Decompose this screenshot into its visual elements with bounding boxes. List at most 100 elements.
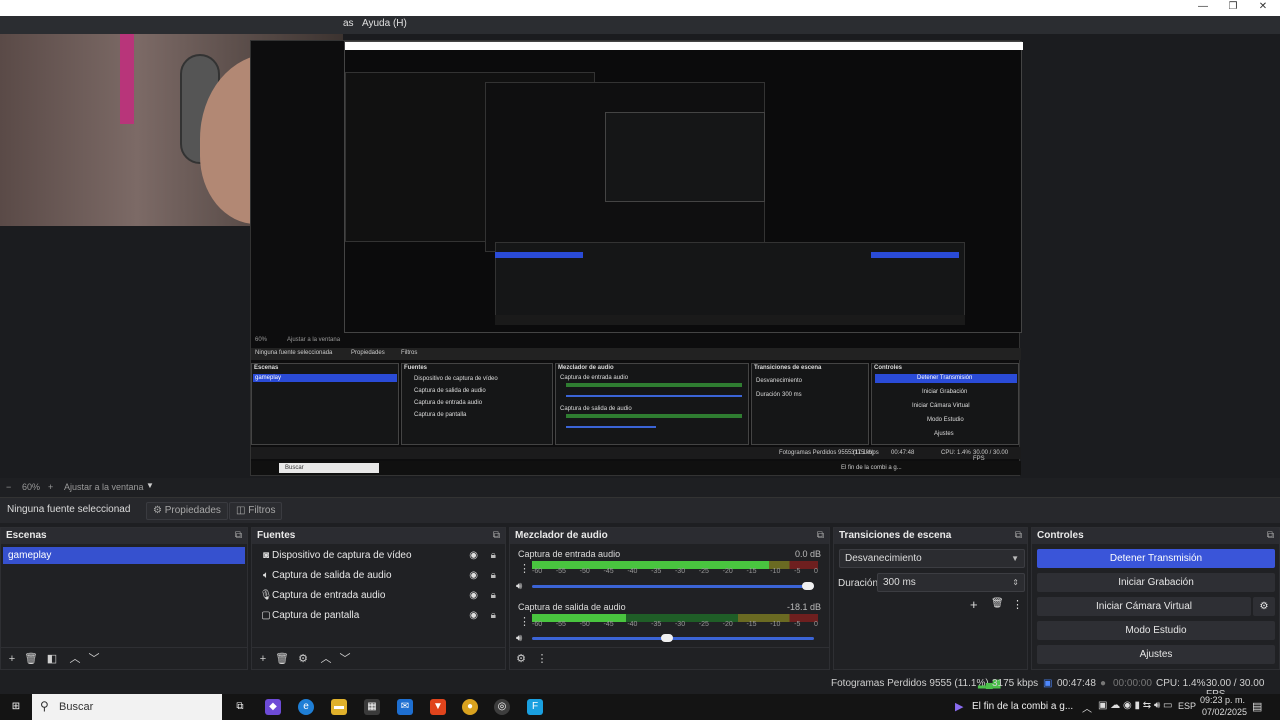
outlook-icon[interactable]: ✉ bbox=[397, 699, 413, 715]
menu-item-tools[interactable]: as bbox=[343, 18, 354, 29]
speaker-icon[interactable]: 🔊︎ bbox=[516, 581, 522, 592]
virtual-camera-settings-button[interactable]: ⚙ bbox=[1253, 597, 1275, 616]
meter-tick-label: -20 bbox=[722, 621, 733, 628]
media-title[interactable]: El fin de la combi a g... bbox=[972, 701, 1073, 712]
controls-dock-title: Controles ⧉ bbox=[1032, 528, 1279, 544]
scenes-dock: Escenas ⧉ gameplay + 🗑 ◧ ︿ ﹀ bbox=[0, 527, 248, 670]
channel-menu-icon[interactable]: ⋮ bbox=[519, 615, 530, 628]
meter-tick-label: -50 bbox=[579, 568, 590, 575]
clock-time[interactable]: 09:23 p. m. bbox=[1200, 695, 1245, 705]
duration-input[interactable]: 300 ms ⇕ bbox=[877, 573, 1025, 592]
volume-slider[interactable] bbox=[532, 582, 814, 590]
speaker-icon[interactable]: 🔊︎ bbox=[516, 633, 522, 644]
visibility-eye-icon[interactable]: ◉ bbox=[469, 567, 478, 585]
transition-menu-icon[interactable]: ⋮ bbox=[1012, 598, 1023, 611]
source-item[interactable]: ◙ Dispositivo de captura de vídeo ◉ 🔒︎ bbox=[256, 547, 502, 565]
app-icon[interactable]: F bbox=[527, 699, 543, 715]
add-source-icon[interactable]: + bbox=[255, 651, 271, 667]
nested-transitions-dock: Transiciones de escena Desvanecimiento D… bbox=[751, 363, 869, 445]
task-view-icon[interactable]: ⧉ bbox=[232, 699, 248, 715]
move-up-icon[interactable]: ︿ bbox=[318, 651, 334, 667]
minimize-button[interactable]: — bbox=[1196, 1, 1210, 14]
channel-menu-icon[interactable]: ⋮ bbox=[519, 562, 530, 575]
mixer-menu-icon[interactable]: ⋮ bbox=[534, 651, 550, 667]
copilot-icon[interactable]: ◆ bbox=[265, 699, 281, 715]
filters-button[interactable]: ◫ Filtros bbox=[229, 502, 283, 520]
undock-icon[interactable]: ⧉ bbox=[817, 528, 824, 544]
tray-icons[interactable]: ▣ ☁ ◉ ▮ ⇆ 🔊︎ ▭ bbox=[1098, 700, 1172, 711]
language-indicator[interactable]: ESP bbox=[1178, 701, 1196, 711]
close-button[interactable]: ✕ bbox=[1256, 1, 1270, 14]
remove-source-icon[interactable]: 🗑 bbox=[274, 651, 290, 667]
studio-mode-button[interactable]: Modo Estudio bbox=[1037, 621, 1275, 640]
zoom-out-button[interactable]: − bbox=[6, 482, 11, 492]
settings-button[interactable]: Ajustes bbox=[1037, 645, 1275, 664]
mixer-channel-db: 0.0 dB bbox=[794, 549, 821, 559]
preview-canvas[interactable]: 60% Ajustar a la ventana Ninguna fuente … bbox=[0, 34, 1280, 478]
cpu-usage: CPU: 1.4% bbox=[1156, 678, 1206, 689]
volume-knob[interactable] bbox=[661, 634, 673, 642]
advanced-audio-icon[interactable]: ⚙ bbox=[513, 651, 529, 667]
meter-tick-label: -35 bbox=[651, 621, 662, 628]
move-down-icon[interactable]: ﹀ bbox=[86, 651, 102, 667]
lock-icon[interactable]: 🔒︎ bbox=[491, 547, 496, 565]
zoom-in-button[interactable]: + bbox=[48, 482, 53, 492]
zoom-level: 60% bbox=[22, 482, 41, 492]
visibility-eye-icon[interactable]: ◉ bbox=[469, 587, 478, 605]
windows-start-icon[interactable]: ⊞ bbox=[8, 699, 24, 715]
controls-dock: Controles ⧉ Detener Transmisión Iniciar G… bbox=[1031, 527, 1280, 670]
tray-chevron-up-icon[interactable]: ︿ bbox=[1082, 700, 1092, 715]
transition-select[interactable]: Desvanecimiento ▼ bbox=[839, 549, 1025, 568]
visibility-eye-icon[interactable]: ◉ bbox=[469, 547, 478, 565]
nested-no-source: Ninguna fuente seleccionada bbox=[255, 350, 333, 356]
undock-icon[interactable]: ⧉ bbox=[1015, 528, 1022, 544]
chrome-icon[interactable]: ● bbox=[462, 699, 478, 715]
move-down-icon[interactable]: ﹀ bbox=[337, 651, 353, 667]
stream-icon: ▣ bbox=[1043, 678, 1053, 689]
brave-icon[interactable]: ▼ bbox=[430, 699, 446, 715]
edge-icon[interactable]: e bbox=[298, 699, 314, 715]
lock-icon[interactable]: 🔒︎ bbox=[491, 587, 496, 605]
clock-date[interactable]: 07/02/2025 bbox=[1202, 707, 1247, 717]
volume-slider[interactable] bbox=[532, 634, 814, 642]
scene-filters-icon[interactable]: ◧ bbox=[44, 651, 60, 667]
chevron-down-icon: ▼ bbox=[1011, 554, 1019, 563]
store-icon[interactable]: ▦ bbox=[364, 699, 380, 715]
undock-icon[interactable]: ⧉ bbox=[235, 528, 242, 544]
remove-transition-icon[interactable]: 🗑 bbox=[991, 598, 1004, 609]
taskbar-search[interactable]: ⚲ Buscar bbox=[32, 694, 222, 720]
meter-tick-label: -25 bbox=[698, 568, 709, 575]
move-up-icon[interactable]: ︿ bbox=[67, 651, 83, 667]
remove-scene-icon[interactable]: 🗑 bbox=[23, 651, 39, 667]
duration-label: Duración bbox=[838, 578, 879, 589]
visibility-eye-icon[interactable]: ◉ bbox=[469, 607, 478, 625]
start-recording-button[interactable]: Iniciar Grabación bbox=[1037, 573, 1275, 592]
undock-icon[interactable]: ⧉ bbox=[493, 528, 500, 544]
volume-knob[interactable] bbox=[802, 582, 814, 590]
zoom-menu-chevron-icon[interactable]: ▼ bbox=[146, 481, 154, 490]
media-icon: ▶ bbox=[955, 701, 964, 713]
add-transition-icon[interactable]: + bbox=[970, 597, 978, 612]
notifications-icon[interactable]: ▤ bbox=[1252, 700, 1262, 713]
undock-icon[interactable]: ⧉ bbox=[1267, 528, 1274, 544]
obs-icon[interactable]: ◎ bbox=[494, 699, 510, 715]
window-title-bar: — ❐ ✕ bbox=[0, 0, 1280, 16]
meter-tick-label: -40 bbox=[627, 568, 638, 575]
file-explorer-icon[interactable]: ▬ bbox=[331, 699, 347, 715]
menu-item-help[interactable]: Ayuda (H) bbox=[362, 18, 407, 29]
source-settings-icon[interactable]: ⚙ bbox=[295, 651, 311, 667]
scene-item-gameplay[interactable]: gameplay bbox=[3, 547, 245, 564]
source-item[interactable]: ▢ Captura de pantalla ◉ 🔒︎ bbox=[256, 607, 502, 625]
maximize-button[interactable]: ❐ bbox=[1226, 1, 1240, 14]
source-item[interactable]: 🎙︎ Captura de entrada audio ◉ 🔒︎ bbox=[256, 587, 502, 605]
stepper-icon[interactable]: ⇕ bbox=[1012, 574, 1019, 591]
search-icon: ⚲ bbox=[40, 699, 49, 713]
fit-window-button[interactable]: Ajustar a la ventana bbox=[64, 482, 144, 492]
add-scene-icon[interactable]: + bbox=[4, 651, 20, 667]
properties-button[interactable]: ⚙ Propiedades bbox=[146, 502, 228, 520]
stop-stream-button[interactable]: Detener Transmisión bbox=[1037, 549, 1275, 568]
source-item[interactable]: 🔈︎ Captura de salida de audio ◉ 🔒︎ bbox=[256, 567, 502, 585]
lock-icon[interactable]: 🔒︎ bbox=[491, 567, 496, 585]
lock-icon[interactable]: 🔒︎ bbox=[491, 607, 496, 625]
start-virtual-camera-button[interactable]: Iniciar Cámara Virtual bbox=[1037, 597, 1251, 616]
